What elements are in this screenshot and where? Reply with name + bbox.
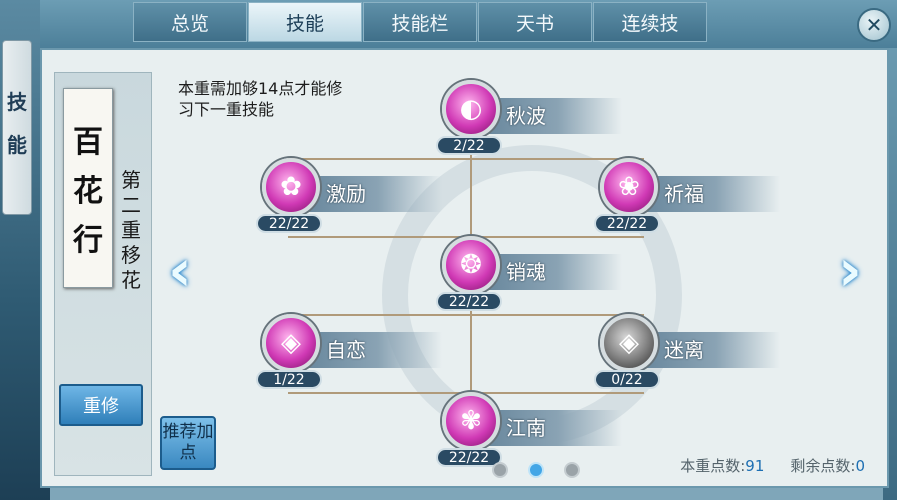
skill-icon-jili: ✿ [262, 158, 320, 216]
tab-overview[interactable]: 总览 [133, 2, 247, 42]
page-dot-active[interactable] [528, 462, 544, 478]
side-tab-skill[interactable]: 技 能 [2, 40, 32, 215]
stage-points: 本重点数:91 [680, 455, 764, 476]
stage-char: 移 [121, 243, 141, 267]
stage-char: 第 [121, 168, 141, 192]
skill-glyph: ❂ [460, 250, 482, 280]
tab-skill-bar[interactable]: 技能栏 [363, 2, 477, 42]
skill-level: 22/22 [594, 214, 660, 233]
side-tab-char: 能 [7, 133, 27, 157]
skill-node-jiangnan[interactable]: 江南 ✾ 22/22 [434, 392, 634, 470]
prev-page-arrow[interactable]: ‹ [162, 236, 198, 304]
requirement-notice: 本重需加够14点才能修习下一重技能 [178, 79, 343, 119]
school-char: 百 [73, 125, 103, 161]
remaining-points-value: 0 [855, 457, 865, 475]
stage-char: 重 [121, 218, 141, 242]
skill-name: 江南 [506, 416, 546, 440]
stage-points-value: 91 [745, 457, 765, 475]
skill-level: 0/22 [594, 370, 660, 389]
skill-name: 迷离 [664, 338, 704, 362]
remaining-points: 剩余点数:0 [790, 455, 865, 476]
tab-combo[interactable]: 连续技 [593, 2, 707, 42]
page-dot[interactable] [492, 462, 508, 478]
skill-icon-jiangnan: ✾ [442, 392, 500, 450]
skill-node-jili[interactable]: 激励 ✿ 22/22 [254, 158, 454, 236]
stage-points-label: 本重点数: [680, 457, 746, 475]
school-scroll: 百 花 行 [63, 88, 113, 288]
skill-glyph: ◐ [459, 94, 483, 124]
skill-name: 祈福 [664, 182, 704, 206]
skill-icon-xiaohun: ❂ [442, 236, 500, 294]
skill-glyph: ◈ [619, 328, 639, 358]
tab-tianshu[interactable]: 天书 [478, 2, 592, 42]
skill-icon-zilian: ◈ [262, 314, 320, 372]
stage-char: 二 [121, 193, 141, 217]
skill-node-mili[interactable]: 迷离 ◈ 0/22 [592, 314, 792, 392]
skill-name: 销魂 [506, 260, 546, 284]
skill-glyph: ✿ [280, 172, 302, 202]
skill-level: 2/22 [436, 136, 502, 155]
points-summary: 本重点数:91 剩余点数:0 [680, 455, 865, 476]
side-tab-char: 技 [7, 90, 27, 114]
school-char: 行 [73, 222, 103, 258]
chevron-left-icon: ‹ [168, 236, 192, 304]
redo-button[interactable]: 重修 [59, 384, 143, 426]
skill-level: 1/22 [256, 370, 322, 389]
skill-level: 22/22 [436, 292, 502, 311]
remaining-points-label: 剩余点数: [790, 457, 856, 475]
stage-char: 花 [121, 268, 141, 292]
skill-glyph: ◈ [281, 328, 301, 358]
school-char: 花 [73, 173, 103, 209]
skill-node-xiaohun[interactable]: 销魂 ❂ 22/22 [434, 236, 634, 314]
skill-glyph: ✾ [460, 406, 482, 436]
skill-level: 22/22 [256, 214, 322, 233]
page-indicator [492, 462, 580, 478]
skill-node-qiubo[interactable]: 秋波 ◐ 2/22 [434, 80, 634, 158]
next-page-arrow[interactable]: › [832, 236, 868, 304]
skill-icon-qifu: ❀ [600, 158, 658, 216]
skill-node-zilian[interactable]: 自恋 ◈ 1/22 [254, 314, 454, 392]
skill-name: 自恋 [326, 338, 366, 362]
close-button[interactable]: ✕ [857, 8, 891, 42]
skill-name: 激励 [326, 182, 366, 206]
close-icon: ✕ [865, 13, 883, 37]
skill-node-qifu[interactable]: 祈福 ❀ 22/22 [592, 158, 792, 236]
skill-panel: 百 花 行 第 二 重 移 花 重修 推荐加点 本重需加够14点才能修习下一重技… [40, 48, 889, 488]
recommend-points-button[interactable]: 推荐加点 [160, 416, 216, 470]
skill-name: 秋波 [506, 104, 546, 128]
tab-bar: 总览 技能 技能栏 天书 连续技 [133, 2, 708, 42]
skill-icon-mili: ◈ [600, 314, 658, 372]
skill-icon-qiubo: ◐ [442, 80, 500, 138]
chevron-right-icon: › [838, 236, 862, 304]
tab-skills[interactable]: 技能 [248, 2, 362, 42]
page-dot[interactable] [564, 462, 580, 478]
skill-glyph: ❀ [618, 172, 640, 202]
stage-title: 第 二 重 移 花 [118, 168, 144, 293]
